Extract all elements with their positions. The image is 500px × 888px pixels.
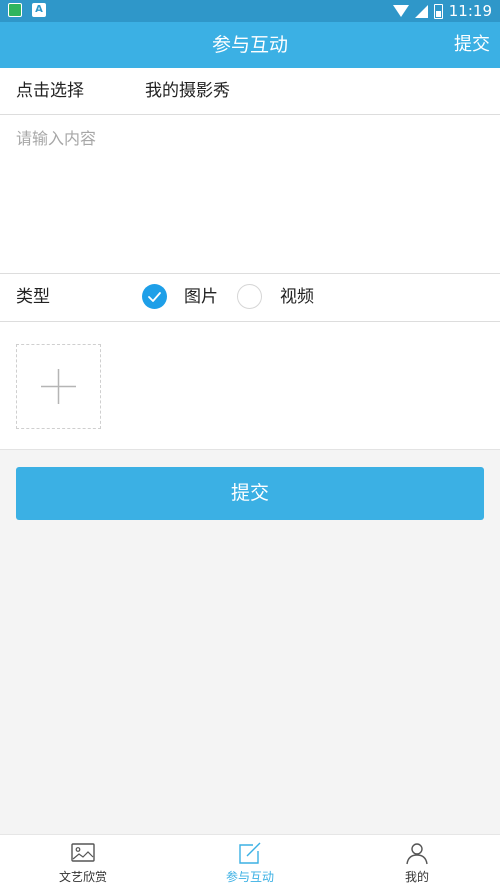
checkmark-icon [148, 292, 161, 302]
image-icon [71, 843, 95, 862]
nav-label-participate: 参与互动 [225, 870, 274, 884]
type-row: 类型 图片 视频 [0, 274, 500, 322]
status-time: 11:19 [448, 2, 492, 20]
status-right: 11:19 [392, 2, 492, 20]
app-store-icon [8, 3, 22, 17]
user-icon [406, 843, 428, 865]
plus-icon [41, 369, 76, 404]
category-select-label[interactable]: 点击选择 [16, 68, 84, 114]
nav-item-art-appreciation[interactable]: 文艺欣赏 [0, 835, 166, 888]
edit-icon [239, 842, 261, 864]
nav-label-art-appreciation: 文艺欣赏 [58, 870, 107, 884]
header-submit-button[interactable]: 提交 [454, 22, 490, 68]
type-label: 类型 [16, 287, 50, 307]
content-area [0, 115, 500, 274]
status-bar: A 11:19 [0, 0, 500, 22]
type-image-label[interactable]: 图片 [184, 274, 218, 321]
nav-item-participate[interactable]: 参与互动 [167, 835, 333, 888]
nav-item-mine[interactable]: 我的 [334, 835, 500, 888]
type-video-radio[interactable] [237, 284, 262, 309]
type-video-label[interactable]: 视频 [280, 274, 314, 321]
app-bar: 参与互动 提交 [0, 22, 500, 68]
upload-area [0, 322, 500, 450]
battery-icon [433, 3, 443, 19]
bottom-nav: 文艺欣赏 参与互动 我的 [0, 834, 500, 888]
content-input[interactable] [16, 125, 484, 265]
wifi-icon [392, 5, 409, 17]
type-image-radio[interactable] [142, 284, 167, 309]
signal-icon [414, 4, 428, 18]
screen: A 11:19 参与互动 提交 点击选择 我的摄影秀 类型 图片 视频 [0, 0, 500, 888]
submit-button[interactable]: 提交 [16, 467, 484, 520]
a-notification-icon: A [32, 3, 46, 17]
category-select-row[interactable]: 点击选择 我的摄影秀 [0, 68, 500, 115]
page-title: 参与互动 [211, 34, 288, 56]
category-select-value[interactable]: 我的摄影秀 [145, 68, 230, 114]
nav-label-mine: 我的 [404, 870, 429, 884]
add-media-button[interactable] [16, 344, 101, 429]
status-left: A [8, 3, 46, 17]
